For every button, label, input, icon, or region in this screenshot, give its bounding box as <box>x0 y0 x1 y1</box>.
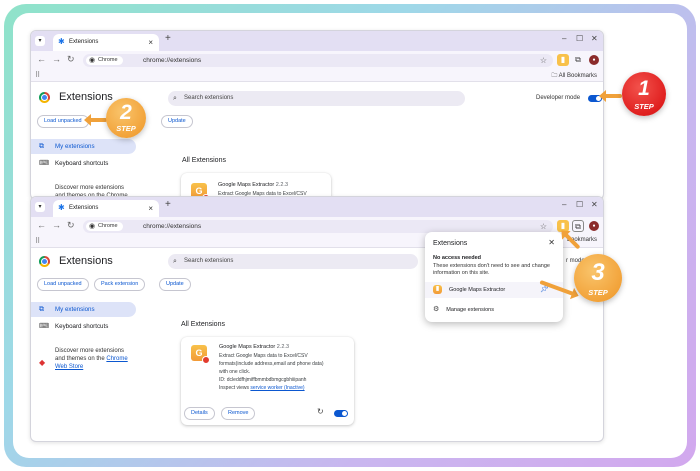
maximize-button[interactable]: ☐ <box>576 34 583 43</box>
close-icon[interactable]: ✕ <box>548 238 555 247</box>
extension-name: Google Maps Extractor 2.2.3 <box>218 182 289 188</box>
no-access-heading: No access needed <box>433 255 481 261</box>
new-tab-button[interactable]: + <box>165 33 171 44</box>
no-access-description: These extensions don't need to see and c… <box>433 263 550 276</box>
step-2-badge: 2 STEP <box>106 98 146 138</box>
details-button[interactable]: Details <box>184 407 215 420</box>
search-input[interactable]: ⌕ Search extensions <box>168 91 465 106</box>
chrome-logo-icon <box>39 256 50 267</box>
extension-card: G Google Maps Extractor 2.2.3 Extract Go… <box>181 337 354 425</box>
minimize-button[interactable]: – <box>562 34 566 43</box>
load-unpacked-button[interactable]: Load unpacked <box>37 278 89 291</box>
update-button[interactable]: Update <box>161 115 193 128</box>
chrome-logo-icon <box>39 92 50 103</box>
avatar[interactable]: ● <box>589 221 599 231</box>
close-window-button[interactable]: ✕ <box>591 34 598 43</box>
apps-icon[interactable]: ⠿ <box>35 71 40 79</box>
bookmarks-bar: ⠿ 🗀 All Bookmarks <box>31 69 603 82</box>
close-tab-icon[interactable]: × <box>148 200 153 217</box>
chrome-web-store-link[interactable]: Web Store <box>55 364 83 370</box>
chrome-logo-icon: ◉ <box>89 57 96 64</box>
chrome-web-store-link[interactable]: Chrome <box>106 356 127 362</box>
search-icon: ⌕ <box>173 95 177 102</box>
store-icon: ◆ <box>39 358 46 367</box>
tab-title: Extensions <box>69 205 99 211</box>
search-input[interactable]: ⌕ Search extensions <box>168 254 418 269</box>
extension-icon: ▮ <box>433 285 442 294</box>
folder-icon: 🗀 <box>551 73 559 79</box>
all-bookmarks[interactable]: 🗀 All Bookmarks <box>551 71 597 81</box>
tab-extensions[interactable]: ✱ Extensions × <box>53 34 159 51</box>
back-button[interactable]: ← <box>37 220 46 230</box>
update-button[interactable]: Update <box>159 278 191 291</box>
sidebar-item-keyboard-shortcuts[interactable]: ⌨ Keyboard shortcuts <box>31 156 136 171</box>
developer-mode-label: Developer mode <box>536 95 581 101</box>
step-1-arrow <box>599 90 622 102</box>
apps-icon[interactable]: ⠿ <box>35 237 40 245</box>
browser-window-bottom: ▾ ✱ Extensions × + – ☐ ✕ ← → ↻ ◉ Chrome c… <box>30 196 604 442</box>
reload-icon[interactable]: ↻ <box>317 407 324 416</box>
step-3-badge: 3 STEP <box>574 254 622 302</box>
maximize-button[interactable]: ☐ <box>576 200 583 209</box>
load-unpacked-button[interactable]: Load unpacked <box>37 115 89 128</box>
tab-search-button[interactable]: ▾ <box>35 36 45 46</box>
store-text: Discover more extensions and themes on t… <box>55 348 128 370</box>
star-icon[interactable]: ☆ <box>540 54 547 67</box>
forward-button[interactable]: → <box>52 220 61 230</box>
tab-strip: ▾ ✱ Extensions × + – ☐ ✕ <box>31 197 603 217</box>
extension-id: ID: dcleddfhjmiffbmmbdbmgcgbhiiipanh <box>219 377 307 383</box>
page-title: Extensions <box>59 255 113 267</box>
keyboard-icon: ⌨ <box>39 323 50 330</box>
puzzle-icon: ⧉ <box>39 143 44 150</box>
maps-extractor-toolbar-icon[interactable]: ▮ <box>557 54 569 66</box>
pack-extension-button[interactable]: Pack extension <box>94 278 146 291</box>
step-2-arrow <box>84 114 107 126</box>
search-icon: ⌕ <box>173 258 177 265</box>
popup-extension-name: Google Maps Extractor <box>449 287 506 293</box>
new-tab-button[interactable]: + <box>165 199 171 210</box>
extension-description: Extract Google Maps data to Excel/CSV fo… <box>219 352 344 392</box>
puzzle-icon: ✱ <box>58 37 65 46</box>
toolbar: ← → ↻ ◉ Chrome chrome://extensions ☆ ▮ ⧉ … <box>31 51 603 69</box>
gear-icon: ⚙ <box>433 306 440 313</box>
puzzle-icon[interactable]: ⧉ <box>572 54 584 66</box>
site-chip[interactable]: ◉ Chrome <box>86 222 123 231</box>
puzzle-icon[interactable]: ⧉ <box>572 220 584 232</box>
page-title: Extensions <box>59 91 113 103</box>
extension-name: Google Maps Extractor 2.2.3 <box>219 344 290 350</box>
url-text: chrome://extensions <box>143 223 202 230</box>
all-extensions-title: All Extensions <box>182 157 226 164</box>
manage-extensions-item[interactable]: ⚙ Manage extensions <box>433 305 494 313</box>
sidebar-item-keyboard-shortcuts[interactable]: ⌨ Keyboard shortcuts <box>31 319 136 334</box>
extension-icon: G <box>191 345 210 364</box>
extensions-popup: Extensions ✕ No access needed These exte… <box>425 232 563 322</box>
url-text: chrome://extensions <box>143 57 202 64</box>
close-window-button[interactable]: ✕ <box>591 200 598 209</box>
tab-title: Extensions <box>69 39 99 45</box>
tab-strip: ▾ ✱ Extensions × + – ☐ ✕ <box>31 31 603 51</box>
all-extensions-title: All Extensions <box>181 321 225 328</box>
tab-search-button[interactable]: ▾ <box>35 202 45 212</box>
site-chip[interactable]: ◉ Chrome <box>86 56 123 65</box>
reload-button[interactable]: ↻ <box>67 54 75 65</box>
close-tab-icon[interactable]: × <box>148 34 153 51</box>
puzzle-icon: ✱ <box>58 203 65 212</box>
omnibox[interactable]: ◉ Chrome chrome://extensions ☆ <box>83 54 553 67</box>
chrome-logo-icon: ◉ <box>89 223 96 230</box>
minimize-button[interactable]: – <box>562 200 566 209</box>
tab-extensions[interactable]: ✱ Extensions × <box>53 200 159 217</box>
extension-enabled-toggle[interactable] <box>334 410 348 417</box>
keyboard-icon: ⌨ <box>39 160 50 167</box>
avatar[interactable]: ● <box>589 55 599 65</box>
step-1-badge: 1 STEP <box>622 72 666 116</box>
sidebar-item-my-extensions[interactable]: ⧉ My extensions <box>31 302 136 317</box>
service-worker-link[interactable]: service worker (Inactive) <box>250 385 304 391</box>
back-button[interactable]: ← <box>37 54 46 64</box>
sidebar-item-my-extensions[interactable]: ⧉ My extensions <box>31 139 136 154</box>
reload-button[interactable]: ↻ <box>67 220 75 231</box>
forward-button[interactable]: → <box>52 54 61 64</box>
puzzle-icon: ⧉ <box>39 306 44 313</box>
remove-button[interactable]: Remove <box>221 407 256 420</box>
popup-title: Extensions <box>433 240 468 247</box>
